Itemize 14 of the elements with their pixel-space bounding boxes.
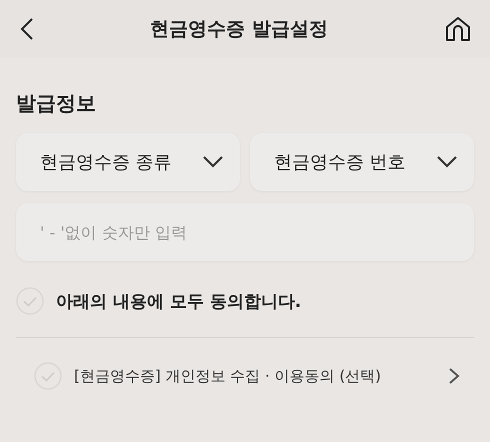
dropdown[interactable]: 현금영수증 번호 (250, 133, 474, 191)
agree-all-checkbox[interactable]: 아래의 내용에 모두 동의합니다. (16, 287, 302, 315)
consent-label: [현금영수증] 개인정보 수집 · 이용동의 (선택) (74, 366, 382, 386)
chevron-down-icon (436, 155, 458, 169)
agree-all-label: 아래의 내용에 모두 동의합니다. (56, 290, 302, 312)
section-title: 발급정보 (16, 90, 97, 117)
input-field[interactable]: ' - '없이 숫자만 입력 (16, 203, 474, 261)
dropdown[interactable]: 현금영수증 종류 (16, 133, 240, 191)
chevron-down-icon (202, 155, 224, 169)
page-title: 현금영수증 발급설정 (150, 17, 328, 42)
chevron-right-icon[interactable] (448, 367, 460, 385)
back-button[interactable] (20, 17, 34, 41)
home-button[interactable] (444, 15, 472, 43)
consent-checkbox[interactable]: [현금영수증] 개인정보 수집 · 이용동의 (선택) (34, 362, 382, 390)
